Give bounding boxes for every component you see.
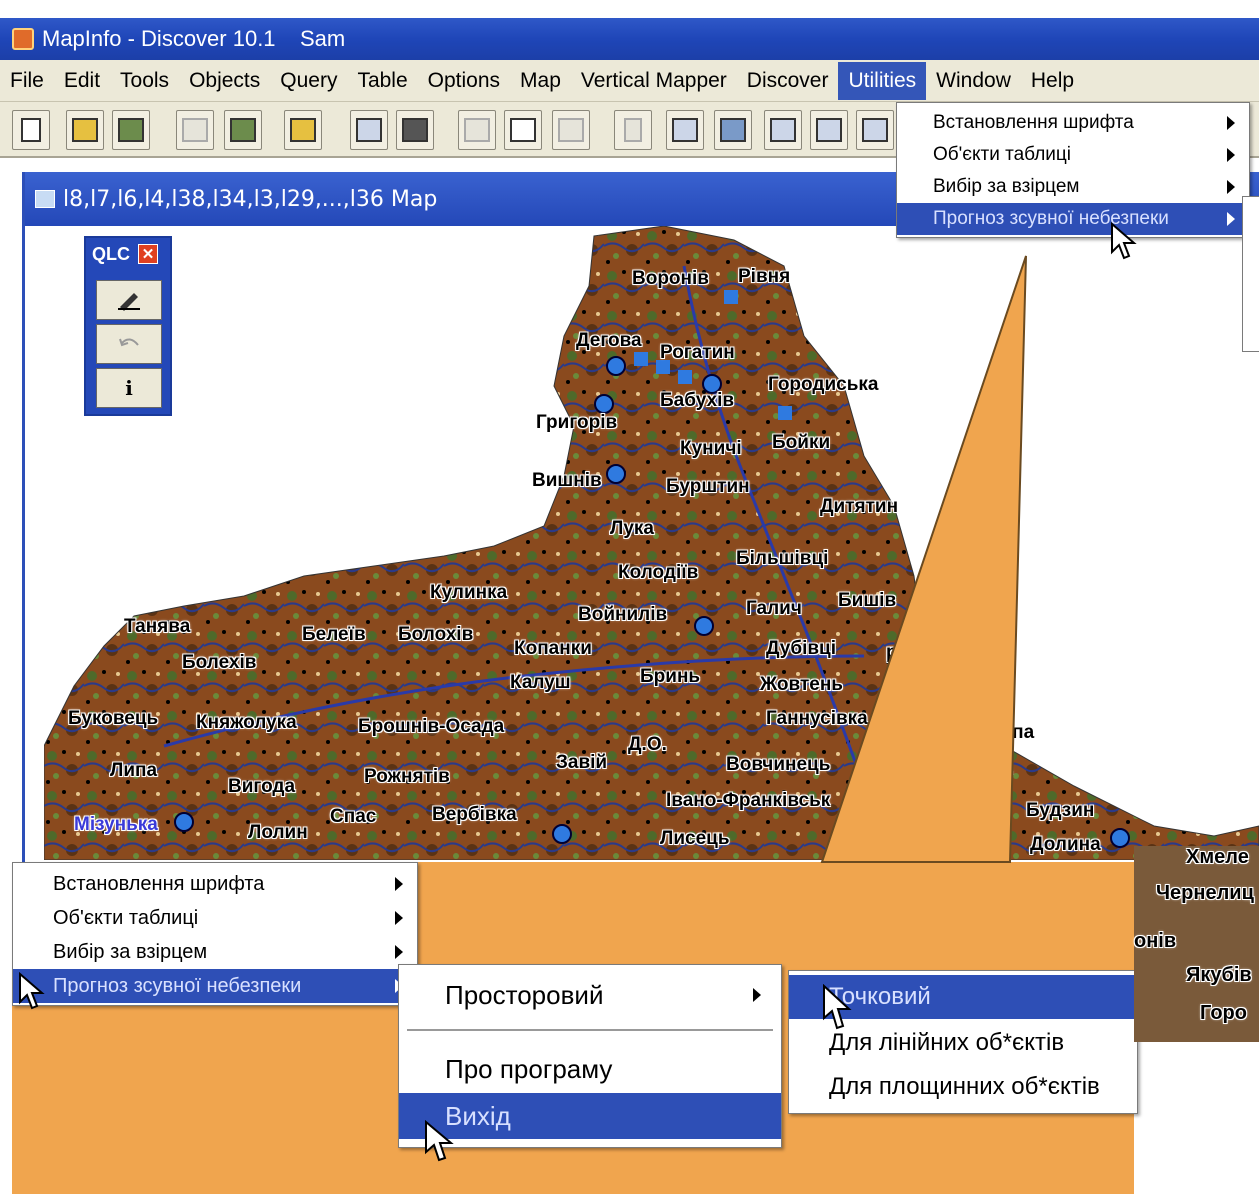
submenu-arrow-icon (395, 911, 403, 925)
menu-item-label: Прогноз зсувної небезпеки (53, 974, 302, 997)
menu-separator (407, 1029, 773, 1031)
submenu-arrow-icon (1227, 148, 1235, 162)
submenu-arrow-icon (395, 877, 403, 891)
menu-item-label: Просторовий (445, 979, 604, 1010)
menu-item-font-settings[interactable]: Встановлення шрифта (897, 107, 1249, 139)
mouse-pointer-icon (1111, 222, 1137, 260)
menu-item-label: Про програму (445, 1053, 613, 1084)
submenu-arrow-icon (753, 988, 761, 1002)
menu-item-label: Вибір за взірцем (53, 940, 208, 963)
menu-item-about[interactable]: Про програму (399, 1047, 781, 1091)
menu-item-select-by-pattern[interactable]: Вибір за взірцем (897, 171, 1249, 203)
map-label: онів (1134, 930, 1177, 952)
mouse-pointer-icon (823, 984, 852, 1030)
menu-item-label: Вибір за взірцем (933, 176, 1080, 197)
menu-item-label: Об'єкти таблиці (933, 144, 1071, 165)
map-fragment: Хмеле Чернелиц онів Якубів Горо (1134, 846, 1259, 1042)
submenu-arrow-icon (1227, 180, 1235, 194)
menu-item-label: Об'єкти таблиці (53, 906, 199, 929)
submenu-arrow-icon (395, 945, 403, 959)
map-label: Хмеле (1186, 846, 1249, 868)
map-label: Якубів (1186, 964, 1252, 986)
map-label: Чернелиц (1156, 882, 1254, 904)
menu-item-label: Для лінійних об*єктів (829, 1029, 1065, 1056)
utilities-dropdown-zoomed: Встановлення шрифта Об'єкти таблиці Вибі… (12, 862, 418, 1006)
submenu-arrow-icon (1227, 116, 1235, 130)
menu-item-label: Для площинних об*єктів (829, 1073, 1100, 1100)
submenu-arrow-icon (1227, 212, 1235, 226)
mouse-pointer-icon (19, 972, 45, 1010)
menu-item-label: Встановлення шрифта (933, 112, 1134, 133)
menu-item-table-objects[interactable]: Об'єкти таблиці (897, 139, 1249, 171)
menu-item-font-settings[interactable]: Встановлення шрифта (13, 867, 417, 901)
menu-item-landslide-forecast[interactable]: Прогноз зсувної небезпеки (13, 969, 417, 1003)
menu-item-table-objects[interactable]: Об'єкти таблиці (13, 901, 417, 935)
menu-item-select-by-pattern[interactable]: Вибір за взірцем (13, 935, 417, 969)
utilities-dropdown: Встановлення шрифта Об'єкти таблиці Вибі… (896, 102, 1250, 238)
mouse-pointer-icon (425, 1120, 454, 1162)
menu-item-label: Встановлення шрифта (53, 872, 265, 895)
menu-item-area-objects[interactable]: Для площинних об*єктів (789, 1065, 1137, 1109)
menu-item-landslide-forecast[interactable]: Прогноз зсувної небезпеки (897, 203, 1249, 235)
menu-item-spatial[interactable]: Просторовий (399, 973, 781, 1017)
submenu-edge (1242, 196, 1259, 352)
map-label: Горо (1200, 1002, 1247, 1024)
